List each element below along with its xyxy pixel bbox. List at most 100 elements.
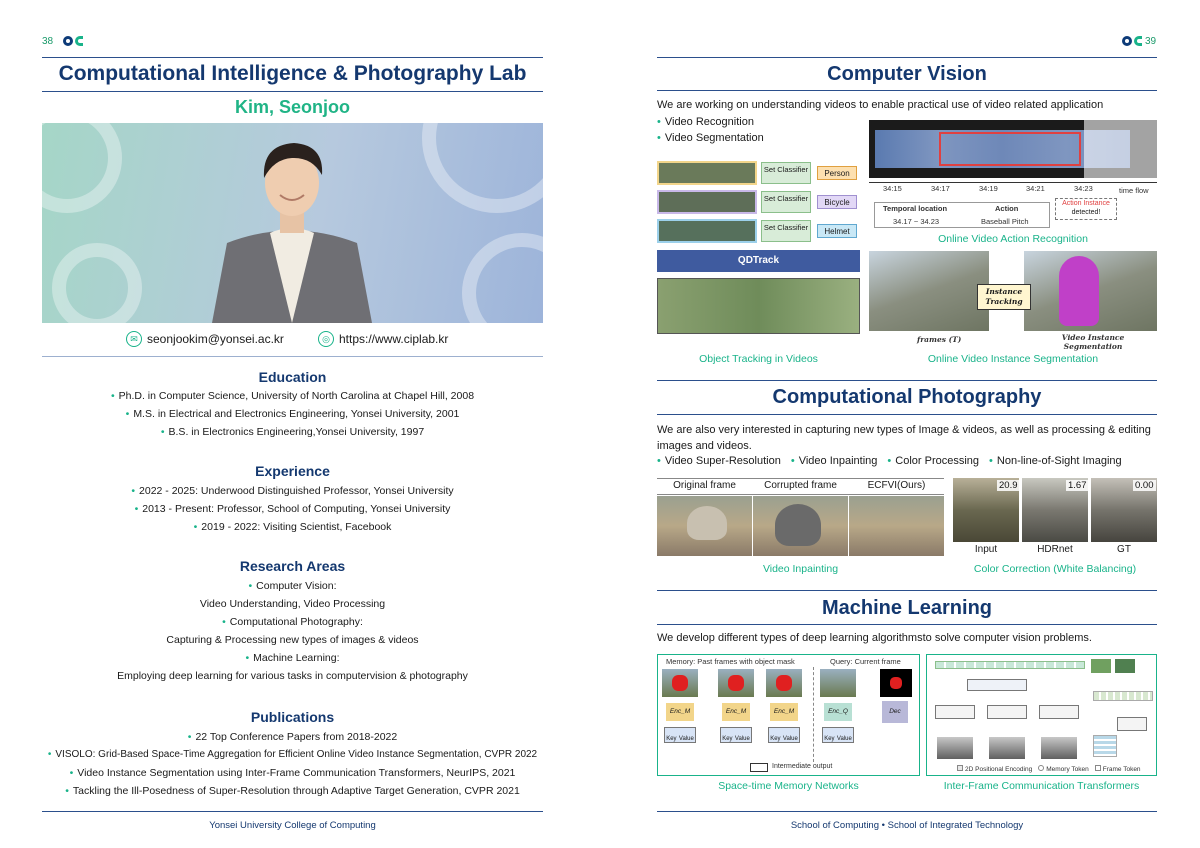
color-label-gt: GT	[1117, 544, 1131, 555]
time-tick: 34:19	[979, 184, 998, 193]
video-inpainting-caption: Video Inpainting	[762, 563, 839, 575]
enc-m-block: Enc_M	[666, 703, 694, 721]
instance-segmentation-caption: Online Video Instance Segmentation	[927, 353, 1099, 365]
class-label-bicycle: Bicycle	[817, 195, 857, 209]
cp-intro: We are also very interested in capturing…	[657, 424, 1151, 452]
score-input: 20.9	[997, 480, 1020, 491]
color-correction-figure: 20.9 1.67 0.00 Input HDRnet GT	[953, 478, 1157, 558]
publication-item: • Video Instance Segmentation using Inter…	[69, 767, 516, 779]
research-area-title: • Machine Learning:	[245, 652, 340, 664]
object-tracking-figure: Set Classifier Set Classifier Set Classi…	[657, 158, 860, 336]
cv-top-rule	[657, 57, 1157, 58]
lab-logo-icon	[1122, 36, 1142, 46]
ml-intro: We develop different types of deep learn…	[657, 632, 1092, 644]
professor-portrait	[212, 143, 372, 323]
key-label: Key	[722, 736, 733, 742]
legend-memory-token: Memory Token	[1038, 765, 1089, 773]
ifc-caption: Inter-Frame Communication Transformers	[943, 780, 1140, 792]
cp-title: Computational Photography	[772, 386, 1042, 408]
globe-icon: ◎	[318, 331, 334, 347]
enc-q-block: Enc_Q	[824, 703, 852, 721]
cv-bullet: • Video Segmentation	[657, 132, 764, 144]
video-inpainting-figure: Original frame Corrupted frame ECFVI(Our…	[657, 478, 944, 558]
enc-m-block: Enc_M	[770, 703, 798, 721]
instance-segmentation-figure: Instance Tracking frames (T) Video Insta…	[869, 251, 1157, 351]
score-hdrnet: 1.67	[1066, 480, 1089, 491]
cp-bullets: • Video Super-Resolution • Video Inpaintin…	[657, 455, 1122, 467]
research-area-title: • Computational Photography:	[222, 616, 363, 628]
value-label: Value	[836, 736, 852, 742]
lab-logo-icon	[63, 36, 83, 46]
dec-block: Dec	[882, 701, 908, 723]
enc-m-block: Enc_M	[722, 703, 750, 721]
action-recognition-caption: Online Video Action Recognition	[938, 233, 1088, 245]
time-tick: 34:17	[931, 184, 950, 193]
research-area-title: • Computer Vision:	[248, 580, 337, 592]
value-label: Value	[678, 736, 694, 742]
cp-top-rule	[657, 380, 1157, 381]
stm-memory-label: Memory: Past frames with object mask	[666, 657, 795, 666]
ml-top-rule	[657, 590, 1157, 591]
color-label-input: Input	[974, 544, 998, 555]
cv-bullet: • Video Recognition	[657, 116, 754, 128]
frames-label: frames (T)	[917, 335, 962, 344]
right-footer: School of Computing • School of Integrat…	[790, 820, 1024, 831]
time-flow-label: time flow	[1119, 186, 1149, 195]
key-label: Key	[824, 736, 835, 742]
research-area-detail: Employing deep learning for various task…	[117, 670, 468, 682]
temporal-location-header: Temporal location	[883, 204, 948, 213]
left-page-number: 38	[42, 36, 54, 47]
action-recognition-figure: 34:15 34:17 34:19 34:21 34:23 time flow …	[869, 120, 1157, 230]
set-classifier-box: Set Classifier	[761, 162, 811, 184]
action-value: Baseball Pitch	[981, 217, 1029, 226]
website-text[interactable]: https://www.ciplab.kr	[339, 332, 448, 346]
set-classifier-box: Set Classifier	[761, 191, 811, 213]
experience-item: • 2019 - 2022: Visiting Scientist, Facebo…	[193, 521, 392, 533]
education-heading: Education	[258, 369, 327, 385]
left-title-rule	[42, 91, 543, 92]
email-contact[interactable]: ✉ seonjookim@yonsei.ac.kr	[126, 331, 284, 347]
score-gt: 0.00	[1133, 480, 1156, 491]
website-contact[interactable]: ◎ https://www.ciplab.kr	[318, 331, 448, 347]
cv-title: Computer Vision	[827, 63, 987, 85]
ifc-legend: 2D Positional Encoding Memory Token Fram…	[957, 765, 1141, 773]
left-top-rule	[42, 57, 543, 58]
instance-tracking-box: Instance Tracking	[977, 284, 1031, 310]
inpaint-label: Corrupted frame	[764, 480, 837, 491]
education-item: • B.S. in Electronics Engineering,Yonsei …	[160, 426, 425, 438]
left-contact-rule	[42, 356, 543, 357]
ml-title: Machine Learning	[821, 597, 993, 619]
cv-intro: We are working on understanding videos t…	[657, 99, 1104, 111]
research-heading: Research Areas	[239, 558, 346, 574]
profile-banner	[42, 123, 543, 323]
education-item: • Ph.D. in Computer Science, University o…	[110, 390, 475, 402]
tracking-frames	[657, 278, 860, 334]
color-correction-caption: Color Correction (White Balancing)	[973, 563, 1137, 575]
action-instance-note: Action Instance detected!	[1055, 198, 1117, 220]
education-item: • M.S. in Electrical and Electronics Engi…	[125, 408, 460, 420]
set-classifier-box: Set Classifier	[761, 220, 811, 242]
stm-figure: Memory: Past frames with object mask Que…	[657, 654, 920, 776]
ml-title-rule	[657, 624, 1157, 625]
intermediate-output-swatch	[750, 763, 768, 772]
class-label-person: Person	[817, 166, 857, 180]
qdtrack-label: QDTrack	[657, 250, 860, 272]
cv-title-rule	[657, 90, 1157, 91]
publication-item: • VISOLO: Grid-Based Space-Time Aggregati…	[47, 749, 538, 760]
experience-item: • 2022 - 2025: Underwood Distinguished Pr…	[131, 485, 454, 497]
class-label-helmet: Helmet	[817, 224, 857, 238]
lab-title: Computational Intelligence & Photography…	[58, 62, 527, 85]
right-page-number: 39	[1145, 36, 1157, 47]
inpaint-label: ECFVI(Ours)	[867, 480, 926, 491]
email-text[interactable]: seonjookim@yonsei.ac.kr	[147, 332, 284, 346]
intermediate-output-label: Intermediate output	[772, 763, 833, 770]
right-footer-rule	[657, 811, 1157, 812]
object-tracking-caption: Object Tracking in Videos	[699, 353, 818, 365]
research-area-detail: Capturing & Processing new types of imag…	[166, 634, 419, 646]
action-header: Action	[995, 204, 1019, 213]
time-tick: 34:15	[883, 184, 902, 193]
mail-icon: ✉	[126, 331, 142, 347]
ifc-figure: 2D Positional Encoding Memory Token Fram…	[926, 654, 1157, 776]
value-label: Value	[782, 736, 798, 742]
stm-caption: Space-time Memory Networks	[718, 780, 859, 792]
